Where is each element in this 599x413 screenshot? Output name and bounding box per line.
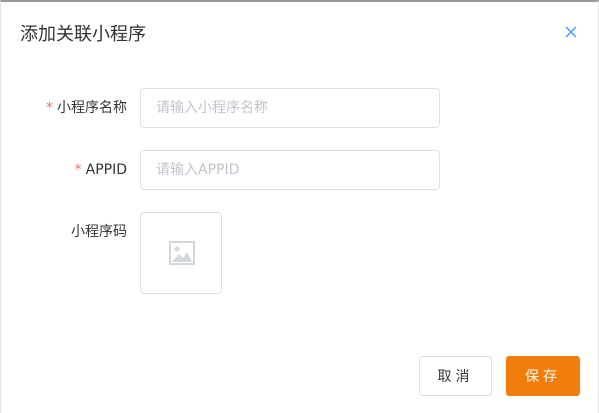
required-mark: * bbox=[74, 162, 82, 178]
qrcode-label-text: 小程序码 bbox=[71, 224, 127, 240]
qrcode-uploader[interactable] bbox=[140, 212, 222, 294]
required-mark: * bbox=[46, 100, 53, 116]
dialog-title: 添加关联小程序 bbox=[20, 24, 146, 45]
image-placeholder-icon bbox=[169, 241, 195, 265]
close-icon[interactable] bbox=[563, 24, 579, 40]
qrcode-label: 小程序码 bbox=[71, 222, 127, 242]
name-label-text: 小程序名称 bbox=[57, 100, 127, 116]
appid-label: * APPID bbox=[75, 160, 127, 180]
name-input[interactable] bbox=[140, 88, 440, 128]
save-button[interactable]: 保存 bbox=[506, 356, 580, 396]
appid-input[interactable] bbox=[140, 150, 440, 190]
add-miniprogram-dialog: 添加关联小程序 *小程序名称 *APPID 小程序码 取消 保存 bbox=[0, 0, 599, 413]
appid-label-text: APPID bbox=[85, 162, 127, 178]
name-label: * 小程序名称 bbox=[46, 98, 127, 118]
cancel-button[interactable]: 取消 bbox=[419, 356, 492, 396]
